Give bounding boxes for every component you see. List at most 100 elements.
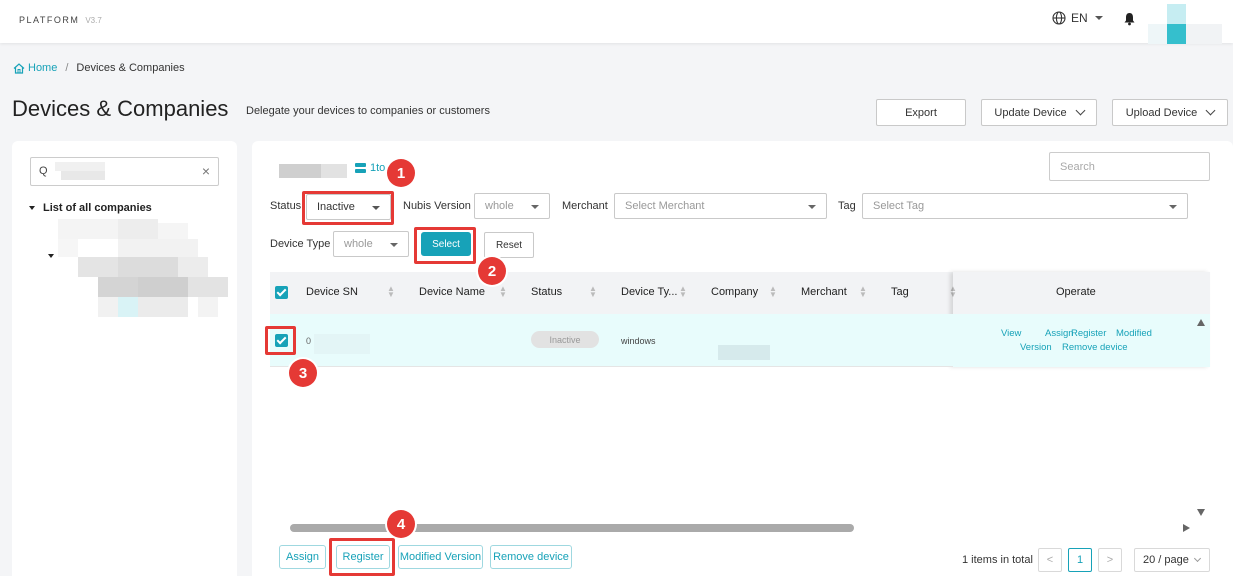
bulk-assign-button[interactable]: Assign <box>279 545 326 569</box>
page-size-select[interactable]: 20 / page <box>1134 548 1210 572</box>
chevron-down-icon <box>1205 105 1216 116</box>
tag-filter-select[interactable]: Select Tag <box>862 193 1188 219</box>
sort-icon[interactable]: ▲ ▼ <box>859 285 867 299</box>
nubis-version-select[interactable]: whole <box>474 193 550 219</box>
page-title: Devices & Companies <box>12 96 229 121</box>
register-link[interactable]: Register <box>1071 328 1106 339</box>
assign-link[interactable]: Assign <box>1045 328 1074 339</box>
breadcrumb-current: Devices & Companies <box>76 62 185 74</box>
sort-icon[interactable]: ▲ ▼ <box>769 285 777 299</box>
device-count-link[interactable]: 1to <box>355 162 385 174</box>
step-badge-2: 2 <box>478 257 506 285</box>
chevron-down-icon <box>1193 554 1201 563</box>
column-header-device-type[interactable]: Device Ty... <box>621 286 677 298</box>
clear-icon[interactable]: × <box>202 163 210 179</box>
reset-button[interactable]: Reset <box>484 232 534 258</box>
operate-cell: View Assign Register Modified Version Re… <box>953 314 1210 367</box>
version-link[interactable]: Version <box>1020 342 1052 353</box>
breadcrumb-home[interactable]: Home <box>13 62 57 74</box>
scroll-up-arrow[interactable] <box>1197 319 1205 326</box>
tag-filter-label: Tag <box>838 200 856 212</box>
export-button-label: Export <box>905 106 937 119</box>
status-filter-label: Status <box>270 200 302 212</box>
tree-root-label: List of all companies <box>43 202 152 214</box>
highlight-row-checkbox <box>265 326 296 355</box>
scroll-right-arrow[interactable] <box>1183 524 1190 532</box>
column-header-merchant[interactable]: Merchant <box>801 286 847 298</box>
device-type-filter-label: Device Type <box>270 238 331 250</box>
search-prefix: Q <box>39 165 48 177</box>
tree-expand-toggle[interactable] <box>48 247 54 261</box>
page-1-button[interactable]: 1 <box>1068 548 1092 572</box>
user-avatar[interactable] <box>1148 4 1222 44</box>
notification-bell-icon[interactable] <box>1123 12 1136 29</box>
step-badge-1: 1 <box>387 159 415 187</box>
nubis-version-label: Nubis Version <box>403 200 471 212</box>
chevron-down-icon <box>1075 105 1086 116</box>
merchant-filter-label: Merchant <box>562 200 608 212</box>
tree-root-all-companies[interactable]: List of all companies <box>29 202 152 214</box>
sort-icon[interactable]: ▲ ▼ <box>499 285 507 299</box>
update-device-label: Update Device <box>994 106 1067 119</box>
bulk-modified-version-button[interactable]: Modified Version <box>398 545 483 569</box>
device-search-input[interactable] <box>1049 152 1210 181</box>
tag-placeholder: Select Tag <box>873 200 925 212</box>
language-switcher[interactable]: EN <box>1052 11 1103 25</box>
sort-icon[interactable]: ▲ ▼ <box>589 285 597 299</box>
pagination-total: 1 items in total <box>962 554 1033 566</box>
page-subtitle: Delegate your devices to companies or cu… <box>246 105 490 117</box>
upload-device-label: Upload Device <box>1125 106 1198 119</box>
expand-triangle-icon[interactable] <box>29 206 35 210</box>
remove-device-link[interactable]: Remove device <box>1062 342 1127 353</box>
bulk-remove-device-button[interactable]: Remove device <box>490 545 572 569</box>
device-sn-cell: 0 <box>306 336 312 346</box>
nubis-version-value: whole <box>485 200 514 212</box>
export-button[interactable]: Export <box>876 99 966 126</box>
sort-icon[interactable]: ▲ ▼ <box>387 285 395 299</box>
merchant-placeholder: Select Merchant <box>625 200 705 212</box>
company-tree-panel: Q × List of all companies <box>12 141 237 576</box>
step-badge-4: 4 <box>387 510 415 538</box>
status-badge: Inactive <box>531 331 599 348</box>
caret-down-icon <box>531 205 539 209</box>
modified-link[interactable]: Modified <box>1116 328 1152 339</box>
prev-page-button[interactable]: < <box>1038 548 1062 572</box>
merchant-filter-select[interactable]: Select Merchant <box>614 193 827 219</box>
page-size-value: 20 / page <box>1143 554 1189 566</box>
device-sn-blurred <box>314 334 370 354</box>
breadcrumb-separator: / <box>65 62 69 74</box>
highlight-select-button <box>414 227 476 264</box>
scroll-down-arrow[interactable] <box>1197 509 1205 516</box>
app-version: V3.7 <box>85 16 102 25</box>
column-header-device-name[interactable]: Device Name <box>419 286 485 298</box>
list-icon <box>355 163 366 173</box>
breadcrumb: Home / Devices & Companies <box>13 62 185 74</box>
brand-logo: PLATFORM V3.7 <box>19 15 102 25</box>
view-link[interactable]: View <box>1001 328 1021 339</box>
highlight-register-button <box>329 538 395 576</box>
horizontal-scrollbar[interactable] <box>290 524 854 532</box>
column-header-company[interactable]: Company <box>711 286 758 298</box>
next-page-button[interactable]: > <box>1098 548 1122 572</box>
update-device-button[interactable]: Update Device <box>981 99 1097 126</box>
language-label: EN <box>1071 11 1088 25</box>
column-header-device-sn[interactable]: Device SN <box>306 286 358 298</box>
expand-triangle-icon <box>48 254 54 258</box>
caret-down-icon <box>808 205 816 209</box>
sort-icon[interactable]: ▲ ▼ <box>679 285 687 299</box>
company-cell-blurred <box>718 345 770 360</box>
globe-icon <box>1052 11 1066 25</box>
select-all-checkbox[interactable] <box>275 286 288 299</box>
device-type-select[interactable]: whole <box>333 231 409 257</box>
device-count-text: 1to <box>370 162 386 174</box>
brand-name: PLATFORM <box>19 15 80 25</box>
highlight-status-select <box>302 191 394 225</box>
company-search-input[interactable]: Q × <box>30 157 219 186</box>
breadcrumb-home-label: Home <box>28 62 58 74</box>
device-type-cell: windows <box>621 336 656 346</box>
column-header-status[interactable]: Status <box>531 286 562 298</box>
table-header: Device SN ▲ ▼ Device Name ▲ ▼ Status ▲ ▼ De… <box>270 272 1210 314</box>
column-header-tag[interactable]: Tag <box>891 286 909 298</box>
column-header-operate: Operate <box>1056 286 1096 298</box>
upload-device-button[interactable]: Upload Device <box>1112 99 1228 126</box>
